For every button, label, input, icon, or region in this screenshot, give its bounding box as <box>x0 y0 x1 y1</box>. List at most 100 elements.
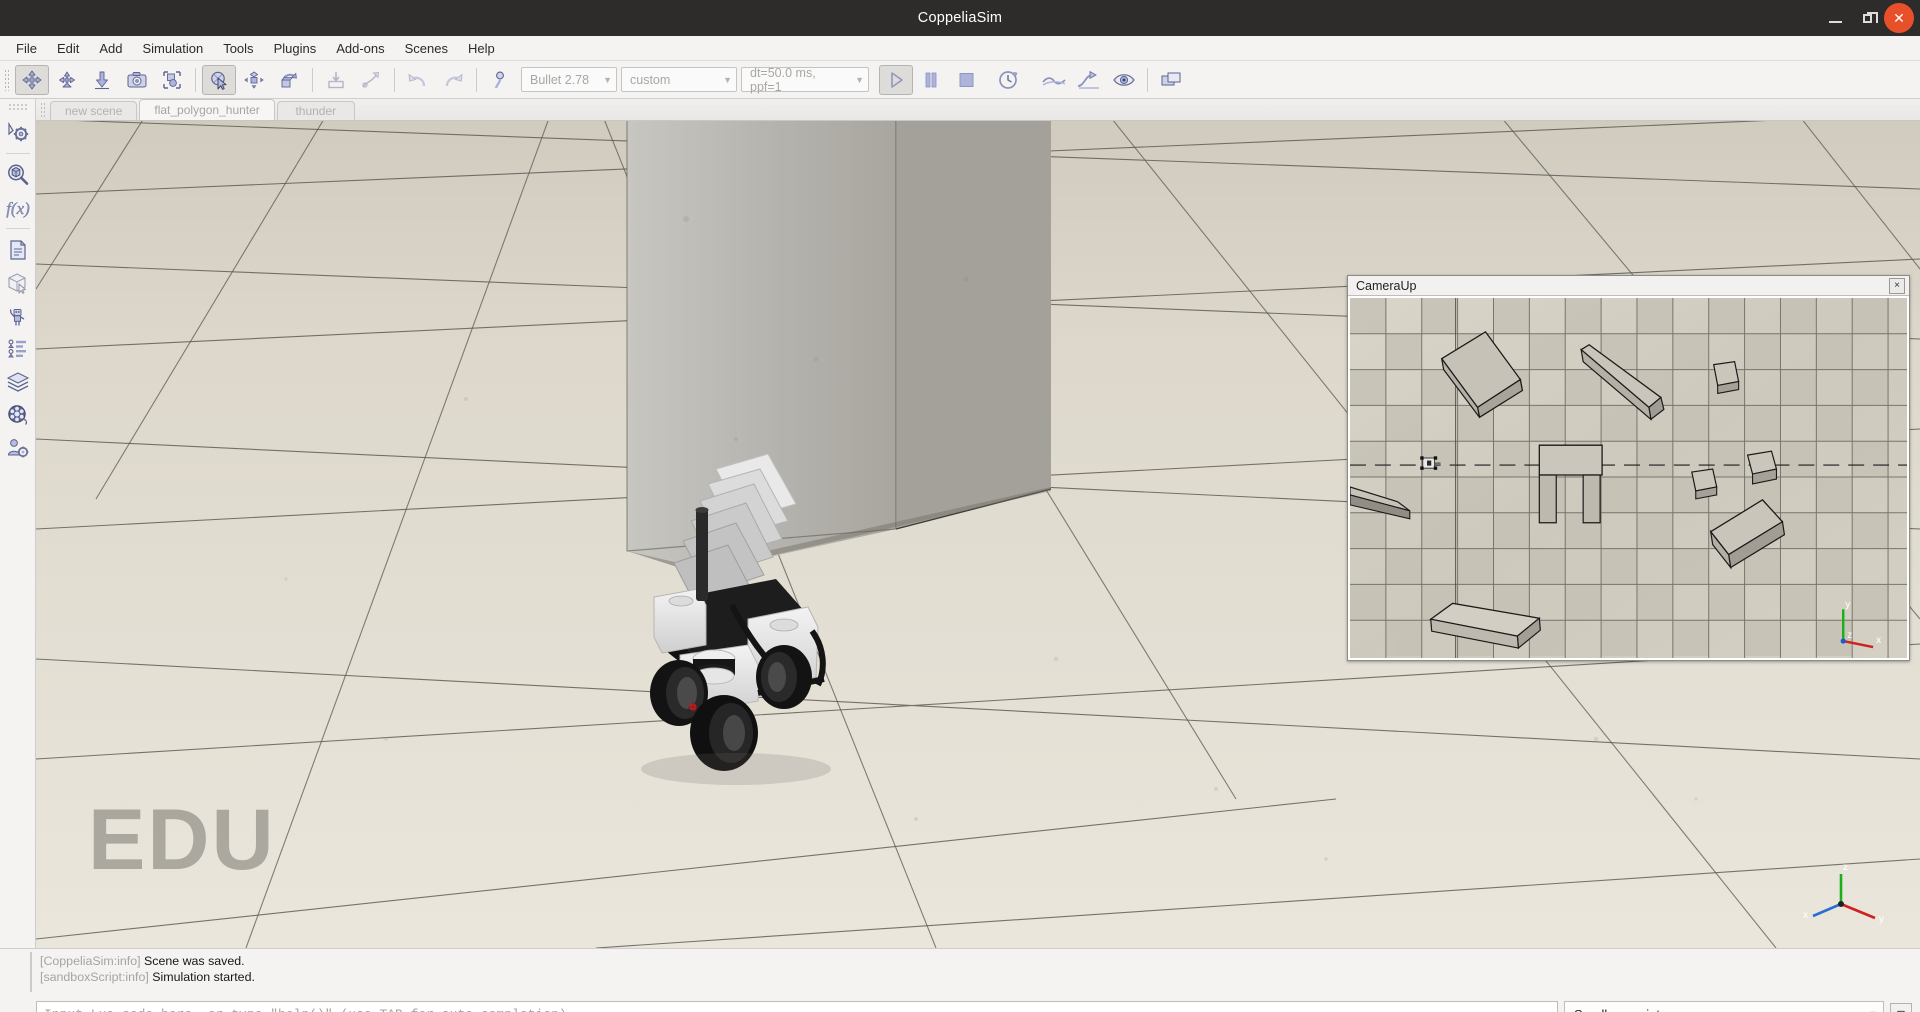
clear-console-button[interactable]: ⊠ <box>1890 1003 1912 1012</box>
window-titlebar: CoppeliaSim ✕ <box>0 0 1920 36</box>
minimize-button[interactable] <box>1820 3 1850 33</box>
close-icon[interactable]: × <box>1889 277 1905 294</box>
svg-text:f(x): f(x) <box>6 199 30 218</box>
scene-tab-new-scene[interactable]: new scene <box>50 101 138 120</box>
window-title: CoppeliaSim <box>917 10 1003 26</box>
console-line-tag: [sandboxScript:info] <box>40 970 149 984</box>
scene-viewport[interactable]: z y x EDU new scene flat_polygon_hunter … <box>36 99 1920 948</box>
console-line: [CoppeliaSim:info] Scene was saved. <box>40 953 1920 969</box>
console-line-text: Simulation started. <box>152 970 255 984</box>
visibility-eye-icon[interactable] <box>1107 65 1141 95</box>
page-selector-icon[interactable] <box>237 65 271 95</box>
layers-window-icon[interactable] <box>1154 65 1188 95</box>
console-lines: [CoppeliaSim:info] Scene was saved. [san… <box>30 952 1920 992</box>
sidebar-item-video[interactable] <box>2 399 34 430</box>
engine-precision-select[interactable]: custom ▼ <box>621 67 737 92</box>
sidebar-item-calculation[interactable] <box>2 159 34 190</box>
rail-separator-2 <box>5 228 30 229</box>
toolbar-separator-4 <box>476 67 477 92</box>
svg-text:x: x <box>1876 635 1881 646</box>
status-console: [CoppeliaSim:info] Scene was saved. [san… <box>0 948 1920 994</box>
redo-icon[interactable] <box>436 65 470 95</box>
console-line: [sandboxScript:info] Simulation started. <box>40 969 1920 985</box>
collapse-icon[interactable] <box>319 65 353 95</box>
svg-text:x: x <box>1803 910 1808 921</box>
lua-input-field[interactable]: Input Lua code here, or type "help()" (u… <box>36 1001 1558 1012</box>
camera-view-render[interactable]: y x z <box>1348 296 1909 660</box>
close-button[interactable]: ✕ <box>1884 3 1914 33</box>
menubar: File Edit Add Simulation Tools Plugins A… <box>0 36 1920 61</box>
app-body: f(x) z y x EDU new scene flat_polygon_hu… <box>0 99 1920 948</box>
sidebar-item-layers[interactable] <box>2 366 34 397</box>
engine-precision-value: custom <box>630 72 671 87</box>
realtime-mode-button[interactable] <box>991 65 1025 95</box>
tabstrip-drag-handle[interactable] <box>40 101 46 118</box>
toolbar-drag-handle[interactable] <box>4 68 11 91</box>
menu-addons[interactable]: Add-ons <box>326 38 394 59</box>
toolbar-separator-5 <box>1147 67 1148 92</box>
sidebar-item-settings[interactable] <box>2 117 34 148</box>
menu-tools[interactable]: Tools <box>213 38 263 59</box>
scene-tab-thunder[interactable]: thunder <box>276 101 355 120</box>
menu-plugins[interactable]: Plugins <box>264 38 327 59</box>
sidebar-item-model[interactable] <box>2 300 34 331</box>
scene-tab-flat-polygon-hunter[interactable]: flat_polygon_hunter <box>139 99 275 120</box>
camera-render-svg: y x z <box>1350 298 1907 658</box>
dynamics-icon[interactable] <box>483 65 517 95</box>
timestep-select[interactable]: dt=50.0 ms, ppf=1 ▼ <box>741 65 869 94</box>
timestep-value: dt=50.0 ms, ppf=1 <box>750 65 816 94</box>
toolbar-separator <box>195 67 196 92</box>
rail-separator <box>5 153 30 154</box>
page-layout-icon[interactable] <box>1037 65 1071 95</box>
maximize-button[interactable] <box>1852 3 1882 33</box>
console-line-tag: [CoppeliaSim:info] <box>40 954 141 968</box>
menu-scenes[interactable]: Scenes <box>395 38 458 59</box>
bottom-input-bar: Input Lua code here, or type "help()" (u… <box>0 994 1920 1012</box>
stop-simulation-button[interactable] <box>949 65 983 95</box>
console-line-text: Scene was saved. <box>144 954 245 968</box>
pause-simulation-button[interactable] <box>914 65 948 95</box>
toolbar-separator-2 <box>312 67 313 92</box>
sidebar-item-user[interactable] <box>2 432 34 463</box>
script-target-select[interactable]: Sandbox script ▼ <box>1564 1001 1884 1012</box>
camera-view-window[interactable]: CameraUp × y x z <box>1347 275 1910 661</box>
object-rotate-icon[interactable] <box>50 65 84 95</box>
chevron-down-icon: ▼ <box>603 74 612 85</box>
rotate-view-icon[interactable] <box>272 65 306 95</box>
menu-help[interactable]: Help <box>458 38 505 59</box>
sidebar-item-document[interactable] <box>2 234 34 265</box>
sidebar-item-shape[interactable] <box>2 267 34 298</box>
menu-simulation[interactable]: Simulation <box>133 38 214 59</box>
scene-tab-strip: new scene flat_polygon_hunter thunder <box>36 99 1920 121</box>
physics-engine-select[interactable]: Bullet 2.78 ▼ <box>521 67 617 92</box>
object-drop-icon[interactable] <box>85 65 119 95</box>
camera-window-titlebar: CameraUp × <box>1348 276 1909 296</box>
chevron-down-icon: ▼ <box>855 74 864 85</box>
toolbar-separator-3 <box>394 67 395 92</box>
camera-window-title: CameraUp <box>1356 278 1417 293</box>
svg-text:z: z <box>1847 630 1852 641</box>
camera-icon[interactable] <box>120 65 154 95</box>
script-target-value: Sandbox script <box>1574 1007 1660 1012</box>
left-toolbar: f(x) <box>0 99 36 948</box>
menu-add[interactable]: Add <box>89 38 132 59</box>
start-simulation-button[interactable] <box>879 64 913 95</box>
camera-path-icon[interactable] <box>1072 65 1106 95</box>
menu-file[interactable]: File <box>6 38 47 59</box>
physics-engine-value: Bullet 2.78 <box>530 72 590 87</box>
svg-text:y: y <box>1845 599 1850 610</box>
sidebar-item-hierarchy[interactable] <box>2 333 34 364</box>
rail-drag-handle[interactable] <box>7 103 28 111</box>
svg-text:z: z <box>1843 862 1848 873</box>
undo-icon[interactable] <box>401 65 435 95</box>
expand-icon[interactable] <box>354 65 388 95</box>
window-controls: ✕ <box>1820 0 1914 36</box>
object-shift-icon[interactable] <box>15 64 49 95</box>
sidebar-item-script[interactable]: f(x) <box>2 192 34 223</box>
assemble-icon[interactable] <box>155 65 189 95</box>
chevron-down-icon: ▼ <box>723 74 732 85</box>
click-select-icon[interactable] <box>202 64 236 95</box>
svg-text:y: y <box>1879 914 1884 925</box>
menu-edit[interactable]: Edit <box>47 38 89 59</box>
main-toolbar: Bullet 2.78 ▼ custom ▼ dt=50.0 ms, ppf=1… <box>0 61 1920 99</box>
